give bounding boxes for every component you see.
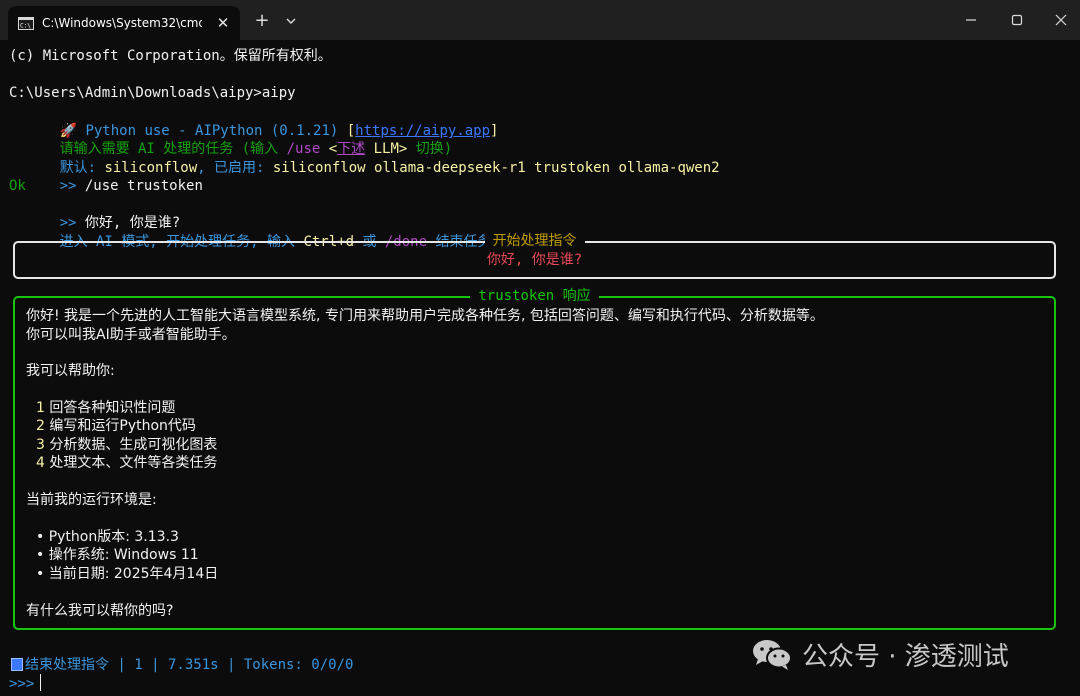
command-question-line: >> 你好, 你是谁?	[59, 215, 181, 231]
text-cursor	[40, 674, 42, 691]
stop-square-icon	[11, 658, 23, 671]
response-closing: 有什么我可以帮你的吗?	[26, 603, 174, 619]
list-item: 1 回答各种知识性问题	[36, 400, 176, 416]
list-item: • 当前日期: 2025年4月14日	[36, 566, 219, 582]
terminal-window: C:\ C:\Windows\System32\cmd.exe ✕ + (c) …	[0, 0, 1080, 696]
response-env-title: 当前我的运行环境是:	[26, 492, 157, 508]
response-panel: trustoken 响应 你好! 我是一个先进的人工智能大语言模型系统, 专门用…	[13, 288, 1056, 630]
list-item: • Python版本: 3.13.3	[36, 529, 179, 545]
list-item: 3 分析数据、生成可视化图表	[36, 437, 218, 453]
cmd-icon: C:\	[18, 16, 34, 30]
list-item: 4 处理文本、文件等各类任务	[36, 455, 218, 471]
command-panel-title: 开始处理指令	[484, 233, 585, 249]
tab-title: C:\Windows\System32\cmd.exe	[42, 16, 202, 30]
new-tab-button[interactable]: +	[252, 11, 272, 31]
watermark-text: 公众号 · 渗透测试	[802, 641, 1009, 672]
tab-cmd[interactable]: C:\ C:\Windows\System32\cmd.exe ✕	[8, 6, 240, 40]
copyright-line: (c) Microsoft Corporation。保留所有权利。	[9, 48, 332, 64]
title-bar: C:\ C:\Windows\System32\cmd.exe ✕ +	[0, 0, 1080, 40]
close-window-icon[interactable]	[1050, 10, 1072, 30]
hint-line: 请输入需要 AI 处理的任务 (输入 /use <下述 LLM> 切换)	[59, 141, 453, 157]
list-item: • 操作系统: Windows 11	[36, 547, 199, 563]
banner-line: 🚀 Python use - AIPython (0.1.21) [https:…	[59, 123, 499, 139]
ok-line: Ok	[9, 178, 26, 194]
response-intro-1: 你好! 我是一个先进的人工智能大语言模型系统, 专门用来帮助用户完成各种任务, …	[26, 308, 824, 324]
terminal-output[interactable]: (c) Microsoft Corporation。保留所有权利。 C:\Use…	[0, 40, 1080, 696]
status-line: 结束处理指令 | 1 | 7.351s | Tokens: 0/0/0	[11, 656, 353, 675]
input-prompt[interactable]: >>>	[9, 674, 42, 694]
response-can-help: 我可以帮助你:	[26, 363, 115, 379]
command-panel-text: 你好, 你是谁?	[486, 252, 583, 268]
close-tab-icon[interactable]: ✕	[214, 14, 232, 32]
command-panel: 开始处理指令 你好, 你是谁?	[13, 233, 1056, 279]
command-use-line: >> /use trustoken	[59, 178, 203, 194]
enter-ai-line: 进入 AI 模式, 开始处理任务, 输入 Ctrl+d 或 /done 结束任务	[59, 234, 492, 250]
minimize-icon[interactable]	[960, 10, 982, 30]
response-intro-2: 你可以叫我AI助手或者智能助手。	[26, 327, 236, 343]
maximize-icon[interactable]	[1006, 10, 1028, 30]
wechat-watermark: 公众号 · 渗透测试	[750, 634, 1009, 674]
wechat-icon	[753, 640, 792, 670]
response-panel-title: trustoken 响应	[470, 288, 599, 304]
chevron-down-icon[interactable]	[282, 12, 300, 30]
svg-text:C:\: C:\	[20, 22, 31, 29]
list-item: 2 编写和运行Python代码	[36, 418, 196, 434]
prompt-line: C:\Users\Admin\Downloads\aipy>aipy	[9, 85, 296, 101]
default-model-line: 默认: siliconflow, 已启用: siliconflow ollama…	[59, 160, 720, 176]
